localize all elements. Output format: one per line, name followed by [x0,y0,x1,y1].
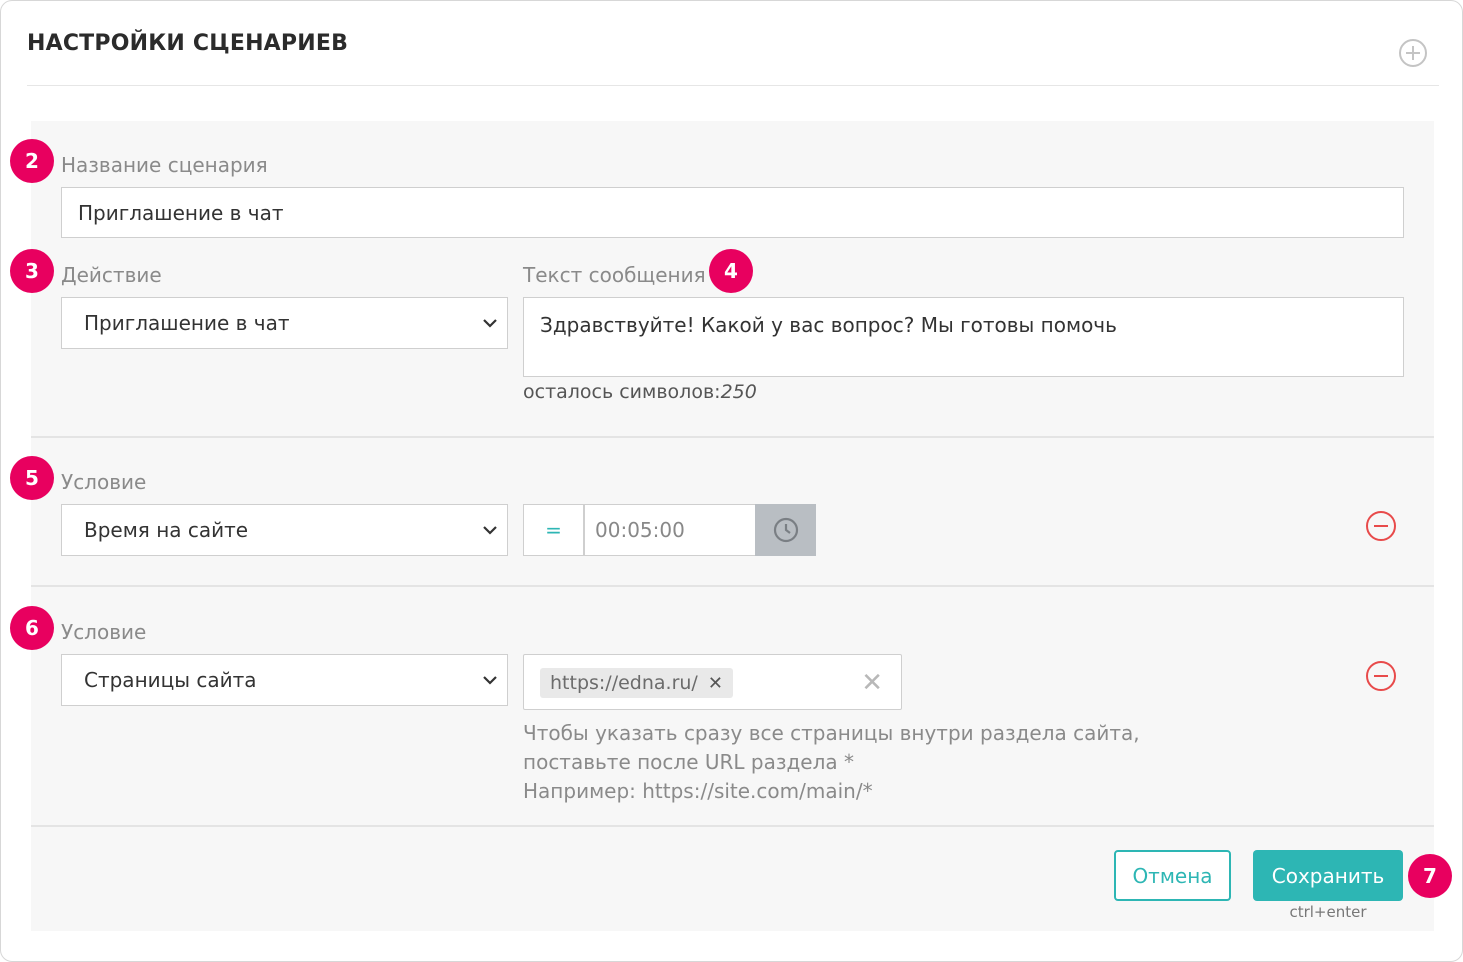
step-badge-5: 5 [10,456,54,500]
clear-tags-icon[interactable]: ✕ [861,668,883,698]
message-textarea[interactable]: Здравствуйте! Какой у вас вопрос? Мы гот… [523,297,1404,377]
condition-type-select[interactable]: Страницы сайта [61,654,508,706]
operator-value: = [545,518,562,542]
chars-left-value: 250 [720,381,757,403]
scenario-settings-card: НАСТРОЙКИ СЦЕНАРИЕВ 2 Название сценария … [0,0,1463,962]
action-select[interactable]: Приглашение в чат [61,297,508,349]
condition-label: Условие [61,620,147,644]
action-label: Действие [61,263,162,287]
condition-type-value: Страницы сайта [84,668,257,692]
clock-icon [773,517,798,543]
message-value: Здравствуйте! Какой у вас вопрос? Мы гот… [540,313,1117,337]
scenario-name-value: Приглашение в чат [78,200,284,225]
step-badge-2: 2 [10,139,54,183]
url-tags-input[interactable]: https://edna.ru/ ✕ ✕ [523,654,902,710]
time-picker-button[interactable] [755,504,816,556]
action-select-value: Приглашение в чат [84,311,290,335]
time-value: 00:05:00 [595,518,685,542]
scenario-name-input[interactable]: Приглашение в чат [61,187,1404,238]
tag-remove-icon[interactable]: ✕ [708,673,723,694]
url-hint-line: поставьте после URL раздела * [523,750,855,774]
save-shortcut-hint: ctrl+enter [1289,903,1367,921]
chevron-down-icon [483,526,497,535]
remove-condition-icon[interactable] [1365,660,1397,692]
step-badge-3: 3 [10,249,54,293]
step-badge-7: 7 [1408,854,1452,898]
condition-label: Условие [61,470,147,494]
condition-type-select[interactable]: Время на сайте [61,504,508,556]
remove-condition-icon[interactable] [1365,510,1397,542]
chevron-down-icon [483,676,497,685]
condition-type-value: Время на сайте [84,518,249,542]
time-input[interactable]: 00:05:00 [584,504,756,556]
operator-select[interactable]: = [523,504,584,556]
url-hint: Чтобы указать сразу все страницы внутри … [523,719,1140,806]
url-hint-line: Чтобы указать сразу все страницы внутри … [523,721,1140,745]
url-tag-label: https://edna.ru/ [550,672,698,694]
save-button[interactable]: Сохранить [1253,850,1403,901]
message-label: Текст сообщения [523,263,706,287]
chars-left-label: осталось символов: [523,381,721,403]
step-badge-4: 4 [709,249,753,293]
plus-circle-icon[interactable] [1398,38,1428,68]
step-badge-6: 6 [10,606,54,650]
page-title: НАСТРОЙКИ СЦЕНАРИЕВ [27,31,349,56]
cancel-button[interactable]: Отмена [1114,850,1231,901]
chars-left-counter: осталось символов:250 [523,381,757,403]
url-tag: https://edna.ru/ ✕ [540,668,733,698]
header-divider [27,85,1439,86]
scenario-name-label: Название сценария [61,153,268,177]
chevron-down-icon [483,319,497,328]
url-hint-line: Например: https://site.com/main/* [523,779,873,803]
